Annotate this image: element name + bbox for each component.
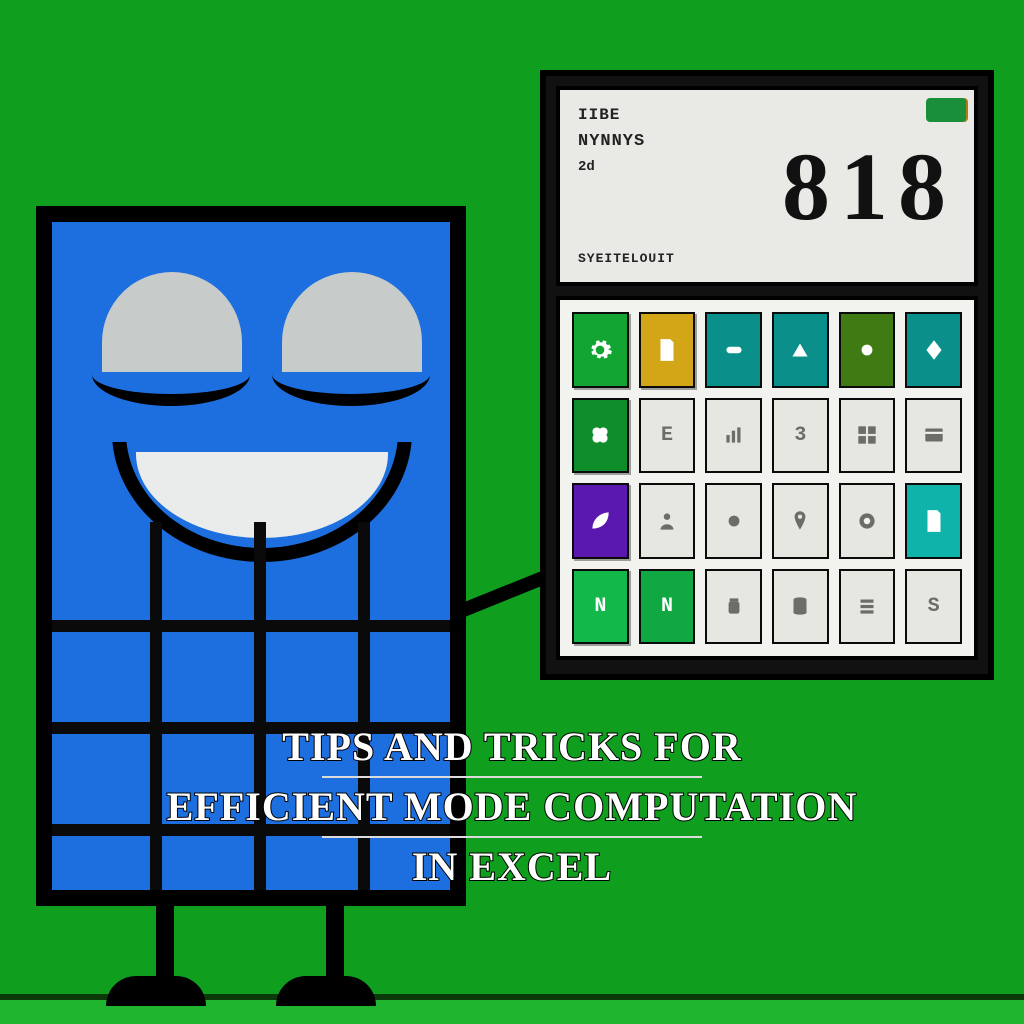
title-caption: Tips and Tricks for Efficient Mode Compu…	[0, 720, 1024, 894]
key-r1c4[interactable]	[772, 312, 829, 388]
calculator-screen-labels: IIBE NYNNYS 2d SYEITELOUIT	[578, 106, 675, 266]
screen-label-4: SYEITELOUIT	[578, 251, 675, 266]
key-r3c2[interactable]	[639, 483, 696, 559]
key-r1c6[interactable]	[905, 312, 962, 388]
key-r1c2[interactable]	[639, 312, 696, 388]
key-r1c1[interactable]	[572, 312, 629, 388]
key-r1c5[interactable]	[839, 312, 896, 388]
card-icon	[921, 422, 947, 448]
character-leg-left	[156, 904, 174, 984]
tri-icon	[787, 337, 813, 363]
person-icon	[654, 508, 680, 534]
character-eye-left	[102, 272, 242, 372]
character-eye-right	[282, 272, 422, 372]
key-r3c4[interactable]	[772, 483, 829, 559]
key-r1c3[interactable]	[705, 312, 762, 388]
screen-label-1: IIBE	[578, 106, 675, 124]
gear-icon	[587, 337, 613, 363]
key-r2c3[interactable]	[705, 398, 762, 474]
leaf-icon	[587, 508, 613, 534]
key-r4c5[interactable]	[839, 569, 896, 645]
key-r2c6[interactable]	[905, 398, 962, 474]
caption-rule-2	[322, 836, 702, 838]
caption-line-2: Efficient Mode Computation	[0, 780, 1024, 834]
character-foot-left	[106, 976, 206, 1006]
key-r4c3[interactable]	[705, 569, 762, 645]
bars-icon	[721, 422, 747, 448]
diamond-icon	[921, 337, 947, 363]
coin-icon	[854, 508, 880, 534]
key-r2c5[interactable]	[839, 398, 896, 474]
key-r4c6[interactable]: S	[905, 569, 962, 645]
key-r4c4[interactable]	[772, 569, 829, 645]
screen-label-2: NYNNYS	[578, 132, 675, 151]
character-eyelid-left	[92, 372, 250, 406]
pin-icon	[787, 508, 813, 534]
key-r3c6[interactable]	[905, 483, 962, 559]
key-r3c3[interactable]	[705, 483, 762, 559]
dot-icon	[854, 337, 880, 363]
key-r3c1[interactable]	[572, 483, 629, 559]
doc-icon	[654, 337, 680, 363]
character-leg-right	[326, 904, 344, 984]
key-r2c2[interactable]: E	[639, 398, 696, 474]
calculator-brand-badge	[926, 98, 966, 122]
caption-line-1: Tips and Tricks for	[0, 720, 1024, 774]
calculator-screen-value: 818	[782, 131, 956, 242]
key-r3c5[interactable]	[839, 483, 896, 559]
calculator-device: IIBE NYNNYS 2d SYEITELOUIT 818 E3 NN S	[540, 70, 994, 680]
character-foot-right	[276, 976, 376, 1006]
character-eyelid-right	[272, 372, 430, 406]
dot-icon	[721, 508, 747, 534]
key-r2c1[interactable]	[572, 398, 629, 474]
key-r2c4[interactable]: 3	[772, 398, 829, 474]
caption-rule-1	[322, 776, 702, 778]
doc-icon	[921, 508, 947, 534]
caption-line-3: in Excel	[0, 840, 1024, 894]
calculator-keypad: E3 NN S	[556, 296, 978, 660]
stack-icon	[854, 593, 880, 619]
clover-icon	[587, 422, 613, 448]
pill-icon	[721, 337, 747, 363]
calculator-screen: IIBE NYNNYS 2d SYEITELOUIT 818	[556, 86, 978, 286]
jar-icon	[721, 593, 747, 619]
grid-icon	[854, 422, 880, 448]
barrel-icon	[787, 593, 813, 619]
key-r4c1[interactable]: N	[572, 569, 629, 645]
screen-label-3: 2d	[578, 159, 675, 175]
key-r4c2[interactable]: N	[639, 569, 696, 645]
